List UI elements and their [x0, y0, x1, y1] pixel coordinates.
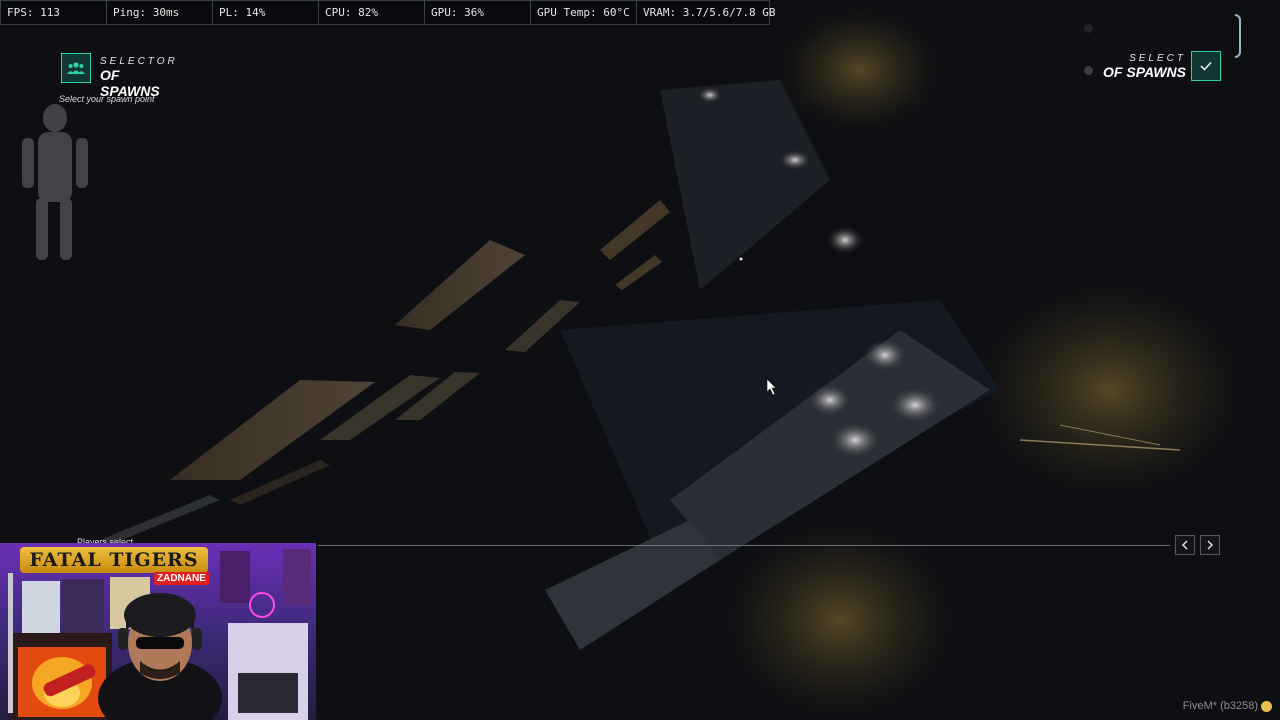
fivem-logo-icon — [1261, 701, 1272, 712]
light-orb — [829, 422, 881, 458]
spawn-confirm-header: SELECT OF SPAWNS — [1084, 24, 1224, 81]
streamer-webcam: FATAL TIGERS ZADNANE — [0, 543, 316, 720]
stat-vram: VRAM: 3.7/5.6/7.8 GB — [643, 6, 776, 19]
light-orb — [698, 87, 722, 103]
scroll-indicator[interactable] — [1235, 14, 1241, 58]
confirm-spawn-button[interactable] — [1191, 51, 1221, 81]
spawn-selector-header: SELECTOR OF SPAWNS Select your spawn poi… — [59, 53, 175, 104]
street-light-glow — [960, 270, 1260, 510]
timeline-track — [318, 545, 1170, 546]
chevron-right-icon — [1207, 540, 1214, 550]
stat-gpu: GPU: 36% — [425, 1, 531, 24]
check-icon — [1200, 61, 1212, 71]
stat-cpu: CPU: 82% — [319, 1, 425, 24]
selector-subtitle: Select your spawn point — [59, 94, 155, 104]
status-dot — [1084, 66, 1093, 75]
light-orb — [863, 339, 907, 371]
webcam-tag: ZADNANE — [154, 572, 209, 585]
status-dot — [1084, 24, 1093, 33]
crosshair-dot — [739, 257, 743, 261]
light-orb — [827, 226, 863, 254]
webcam-banner: FATAL TIGERS — [20, 547, 208, 573]
confirm-title-small: SELECT — [1129, 53, 1186, 64]
stat-fps: FPS: 113 — [1, 1, 107, 24]
version-label: FiveM* (b3258) — [1182, 700, 1258, 712]
next-spawn-button[interactable] — [1200, 535, 1220, 555]
light-orb — [779, 150, 811, 170]
chevron-left-icon — [1181, 540, 1188, 550]
prev-spawn-button[interactable] — [1175, 535, 1195, 555]
group-icon — [61, 53, 91, 83]
stat-gpu-temp: GPU Temp: 60°C — [531, 1, 637, 24]
confirm-title-big: OF SPAWNS — [1103, 64, 1186, 80]
light-orb — [889, 387, 941, 423]
performance-stats-bar: FPS: 113 Ping: 30ms PL: 14% CPU: 82% GPU… — [0, 0, 776, 25]
stat-ping: Ping: 30ms — [107, 1, 213, 24]
selector-title-small: SELECTOR — [100, 56, 178, 67]
stat-packet-loss: PL: 14% — [213, 1, 319, 24]
light-orb — [808, 384, 852, 416]
